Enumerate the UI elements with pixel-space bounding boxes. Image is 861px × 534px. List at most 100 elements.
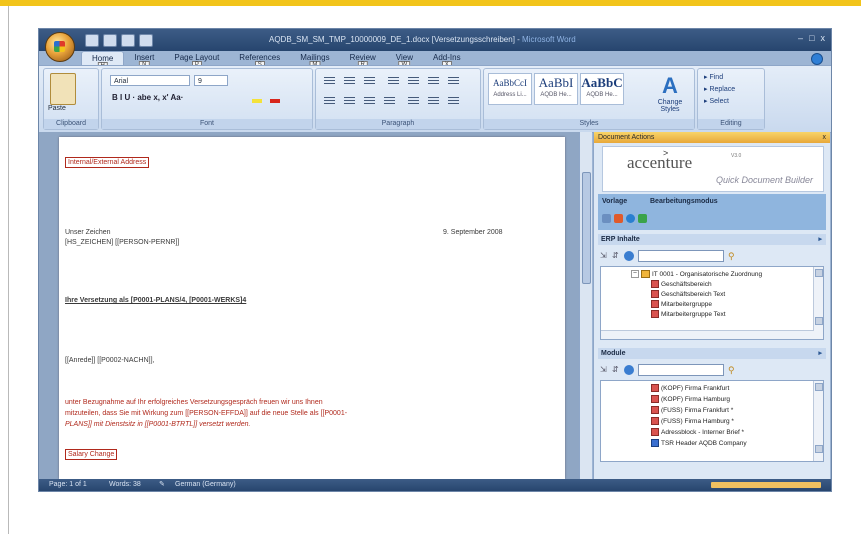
tab-mailings[interactable]: MailingsM [290,51,339,70]
align-center-icon[interactable] [344,97,355,105]
tack-icon[interactable]: ⇵ [612,252,620,260]
tree-node[interactable]: Geschäftsbereich [651,280,712,288]
erp-section-header[interactable]: ERP Inhalte ▸ [598,234,826,245]
module-tree-scrollbar[interactable] [813,381,823,461]
save-template-icon[interactable] [638,214,647,223]
minimize-icon[interactable]: – [798,33,803,43]
tab-references[interactable]: ReferencesS [229,51,290,70]
font-color-icon[interactable] [270,99,280,103]
language[interactable]: German (Germany) [175,479,236,491]
sort-icon[interactable] [428,77,439,85]
find-button[interactable]: ▸ Find [704,73,723,81]
search-icon[interactable]: ⚲ [728,365,735,376]
body-line-3: PLANS]] mit Dienstsitz in [[P0001-BTRTL]… [65,421,251,428]
tree-node[interactable]: Adressblock - Interner Brief * [651,428,744,436]
redo-icon[interactable] [121,34,135,47]
scroll-down-icon[interactable] [815,317,823,325]
replace-button[interactable]: ▸ Replace [704,85,735,93]
module-tree[interactable]: (KOPF) Firma Frankfurt (KOPF) Firma Hamb… [600,380,824,462]
change-styles-button[interactable]: A Change Styles [652,73,688,117]
tree-node[interactable]: (FUSS) Firma Hamburg * [651,417,734,425]
tack-icon[interactable]: ⇵ [612,366,620,374]
style-aqdb-heading-2[interactable]: AaBbC AQDB He... [580,73,624,105]
style-aqdb-heading-1[interactable]: AaBbI AQDB He... [534,73,578,105]
tree-node[interactable]: Mitarbeitergruppe Text [651,310,726,318]
tab-review[interactable]: ReviewR [340,51,386,70]
tab-home[interactable]: HomeH [81,51,125,71]
help-circle-icon[interactable] [626,214,635,223]
search-icon[interactable]: ⚲ [728,251,735,262]
format-buttons[interactable]: B I U · abe x, x' Aa· [112,93,183,102]
salary-change-field[interactable]: Salary Change [65,449,118,460]
view-zoom-controls[interactable] [711,482,821,488]
close-icon[interactable]: x [821,33,826,43]
scroll-up-icon[interactable] [815,269,823,277]
tab-view[interactable]: ViewW [386,51,423,70]
tree-node[interactable]: Geschäftsbereich Text [651,290,725,298]
tree-node[interactable]: (FUSS) Firma Frankfurt * [651,406,733,414]
decrease-indent-icon[interactable] [388,77,399,85]
line-spacing-icon[interactable] [408,97,419,105]
tree-node[interactable]: Mitarbeitergruppe [651,300,712,308]
select-button[interactable]: ▸ Select [704,97,729,105]
align-left-icon[interactable] [324,97,335,105]
numbering-icon[interactable] [344,77,355,85]
pin-icon[interactable]: ⇲ [600,252,608,260]
help-icon[interactable] [811,53,823,65]
mail-icon[interactable] [602,214,611,223]
erp-search-input[interactable] [638,250,724,262]
save-icon[interactable] [85,34,99,47]
office-button[interactable] [45,32,75,62]
show-marks-icon[interactable] [448,77,459,85]
bullets-icon[interactable] [324,77,335,85]
align-right-icon[interactable] [364,97,375,105]
paste-button[interactable] [50,73,76,105]
justify-icon[interactable] [384,97,395,105]
page-count[interactable]: Page: 1 of 1 [49,479,87,491]
document-page[interactable]: Internal/External Address Unser Zeichen … [59,137,565,479]
tree-node[interactable]: TSR Header AQDB Company [651,439,747,447]
scrollbar-thumb[interactable] [582,172,591,284]
expand-arrow-icon[interactable]: ▸ [818,234,822,245]
style-address[interactable]: AaBbCcI Address Li... [488,73,532,105]
multilevel-list-icon[interactable] [364,77,375,85]
address-field[interactable]: Internal/External Address [65,157,150,168]
tree-node[interactable]: – IT 0001 - Organisatorische Zuordnung [631,270,762,278]
style-name: AQDB He... [586,92,618,98]
style-preview: AaBbI [538,75,574,90]
refresh-icon[interactable] [614,214,623,223]
customize-icon[interactable] [139,34,153,47]
sender-line-1: Unser Zeichen [65,229,111,236]
scroll-down-icon[interactable] [815,445,823,453]
top-accent-bar [0,0,861,6]
word-count[interactable]: Words: 38 [109,479,141,491]
info-icon[interactable] [624,251,634,261]
proofing-icon[interactable]: ✎ [159,479,165,491]
highlight-color-icon[interactable] [252,99,262,103]
quick-access-toolbar [85,34,153,47]
borders-icon[interactable] [448,97,459,105]
font-name-box[interactable]: Arial [110,75,190,86]
font-size-box[interactable]: 9 [194,75,228,86]
erp-tree-hscrollbar[interactable] [601,330,814,339]
module-section-header[interactable]: Module ▸ [598,348,826,359]
module-search-input[interactable] [638,364,724,376]
maximize-icon[interactable]: □ [809,33,814,43]
tree-node[interactable]: (KOPF) Firma Hamburg [651,395,730,403]
collapse-icon[interactable]: – [631,270,639,278]
info-icon[interactable] [624,365,634,375]
scroll-up-icon[interactable] [815,383,823,391]
tab-add-ins[interactable]: Add-InsX [423,51,471,70]
expand-arrow-icon[interactable]: ▸ [818,348,822,359]
tab-insert[interactable]: InsertN [124,51,164,70]
erp-tree-scrollbar[interactable] [813,267,823,339]
pin-icon[interactable]: ⇲ [600,366,608,374]
vertical-scrollbar[interactable] [579,132,592,479]
tree-node[interactable]: (KOPF) Firma Frankfurt [651,384,729,392]
increase-indent-icon[interactable] [408,77,419,85]
pane-close-icon[interactable]: x [823,132,827,143]
undo-icon[interactable] [103,34,117,47]
shading-icon[interactable] [428,97,439,105]
tab-page-layout[interactable]: Page LayoutP [164,51,229,70]
erp-tree[interactable]: – IT 0001 - Organisatorische Zuordnung Ge… [600,266,824,340]
